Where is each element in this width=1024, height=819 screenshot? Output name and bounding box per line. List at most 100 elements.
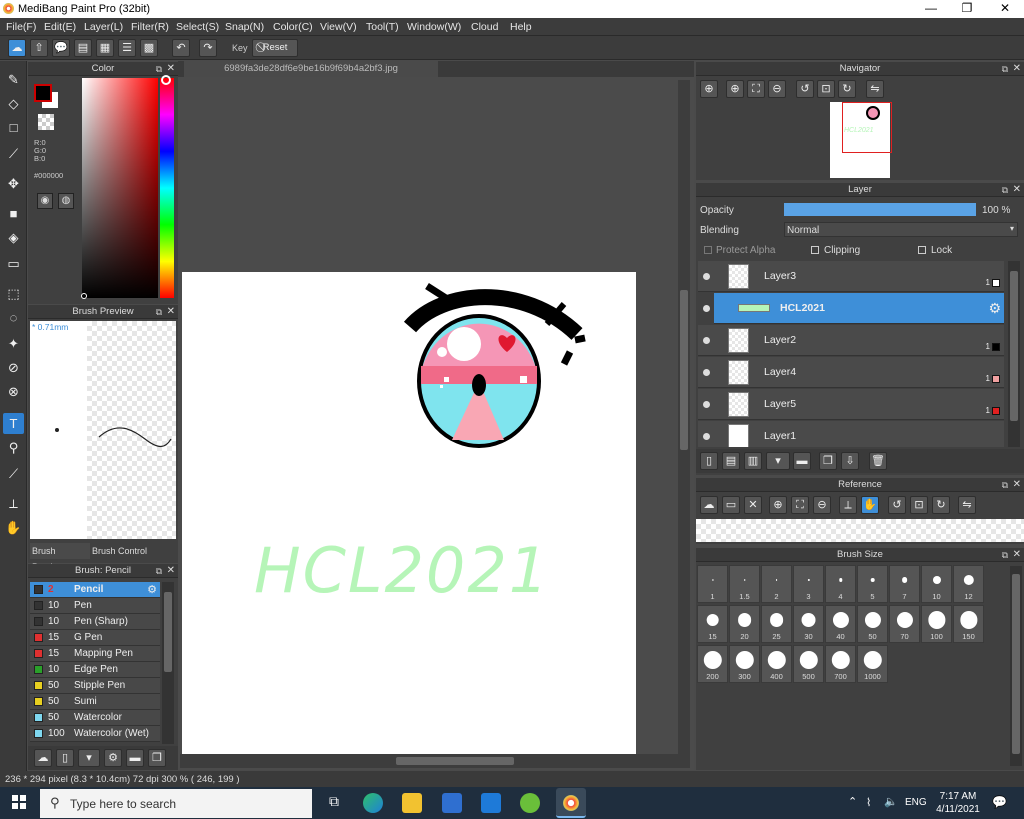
layer-row[interactable]: HCL2021 ⚙: [703, 293, 1004, 324]
brush-item[interactable]: 15 G Pen: [30, 630, 160, 646]
brush-size-option[interactable]: 200: [697, 645, 728, 683]
task-view-icon[interactable]: ⧉: [324, 793, 344, 813]
brush-size-option[interactable]: 5: [857, 565, 888, 603]
brush-size-option[interactable]: 2: [761, 565, 792, 603]
brush-size-option[interactable]: 12: [953, 565, 984, 603]
brush-size-option[interactable]: 150: [953, 605, 984, 643]
float-icon[interactable]: ⧉: [1002, 62, 1008, 76]
file-explorer-icon[interactable]: [402, 793, 422, 813]
brush-item[interactable]: 50 Watercolor: [30, 710, 160, 726]
delete-layer-icon[interactable]: 🗑: [869, 452, 887, 470]
layer-row[interactable]: Layer1: [698, 421, 1004, 447]
comment-icon[interactable]: ▤: [74, 39, 92, 57]
fit-window-icon[interactable]: ⛶: [747, 80, 765, 98]
reference-view[interactable]: [696, 519, 1024, 542]
open-folder-icon[interactable]: ▭: [722, 496, 740, 514]
divide-tool-icon[interactable]: ⟋: [3, 463, 24, 484]
select-pen-tool-icon[interactable]: ⊘: [3, 357, 24, 378]
pencil-tool-icon[interactable]: ✎: [3, 69, 24, 90]
brush-item[interactable]: 50 Sumi: [30, 694, 160, 710]
menu-edit[interactable]: Edit(E): [44, 21, 76, 33]
merge-layer-icon[interactable]: ⇩: [841, 452, 859, 470]
menu-cloud[interactable]: Cloud: [471, 21, 498, 33]
line-tool-icon[interactable]: ⟋: [3, 143, 24, 164]
hand-icon[interactable]: ✋: [861, 496, 879, 514]
new-halftone-layer-icon[interactable]: ▤: [722, 452, 740, 470]
menu-filter[interactable]: Filter(R): [131, 21, 169, 33]
brush-settings-icon[interactable]: ⚙: [104, 749, 122, 767]
new-brush-icon[interactable]: ▯: [56, 749, 74, 767]
close-button[interactable]: ✕: [986, 0, 1024, 18]
zoom-out-icon[interactable]: ⊖: [813, 496, 831, 514]
close-icon[interactable]: ✕: [167, 564, 175, 578]
maximize-button[interactable]: ❐: [948, 0, 986, 18]
visibility-eye-icon[interactable]: [703, 273, 710, 280]
fit-window-icon[interactable]: ⛶: [791, 496, 809, 514]
brush-size-option[interactable]: 500: [793, 645, 824, 683]
close-icon[interactable]: ✕: [1013, 62, 1021, 76]
select-rect-tool-icon[interactable]: ⬚: [3, 283, 24, 304]
blending-select[interactable]: Normal ▾: [784, 222, 1018, 237]
grid-icon[interactable]: ▩: [140, 39, 158, 57]
minimize-button[interactable]: —: [912, 0, 950, 18]
brush-size-option[interactable]: 1: [697, 565, 728, 603]
clock[interactable]: 7:17 AM 4/11/2021: [934, 790, 982, 816]
opacity-slider[interactable]: [784, 203, 976, 216]
float-icon[interactable]: ⧉: [156, 564, 162, 578]
move-tool-icon[interactable]: ✥: [3, 173, 24, 194]
add-layer-menu-icon[interactable]: ▾: [766, 452, 790, 470]
chevron-up-icon[interactable]: ⌃: [848, 795, 857, 808]
duplicate-layer-icon[interactable]: ❐: [819, 452, 837, 470]
gear-icon[interactable]: ⚙: [147, 583, 157, 596]
layer-row[interactable]: Layer3 1: [698, 261, 1004, 292]
brush-item[interactable]: 10 Pen (Sharp): [30, 614, 160, 630]
new-8bit-layer-icon[interactable]: ▥: [744, 452, 762, 470]
layer-folder-icon[interactable]: ▬: [793, 452, 811, 470]
hue-slider[interactable]: [160, 78, 174, 298]
brush-size-option[interactable]: 30: [793, 605, 824, 643]
eyedropper-tool-icon[interactable]: ⟂: [3, 493, 24, 514]
redo-icon[interactable]: ↷: [199, 39, 217, 57]
mail-icon[interactable]: [481, 793, 501, 813]
brush-size-option[interactable]: 70: [889, 605, 920, 643]
menu-select[interactable]: Select(S): [176, 21, 219, 33]
brush-size-scroll-thumb[interactable]: [1012, 574, 1020, 754]
brush-size-option[interactable]: 1.5: [729, 565, 760, 603]
add-brush-icon[interactable]: ▾: [78, 749, 100, 767]
transparent-color-swatch[interactable]: [38, 114, 54, 130]
rotate-left-icon[interactable]: ↺: [888, 496, 906, 514]
close-icon[interactable]: ✕: [1013, 548, 1021, 562]
gradient-tool-icon[interactable]: ▭: [3, 253, 24, 274]
protect-alpha-checkbox[interactable]: [704, 246, 712, 254]
close-icon[interactable]: ✕: [1013, 183, 1021, 197]
float-icon[interactable]: ⧉: [1002, 183, 1008, 197]
layer-row[interactable]: Layer4 1: [698, 357, 1004, 388]
brush-size-option[interactable]: 7: [889, 565, 920, 603]
brush-list-scrollbar[interactable]: [162, 582, 174, 744]
cloud-icon[interactable]: ☁: [8, 39, 26, 57]
flip-icon[interactable]: ⇋: [866, 80, 884, 98]
canvas-hscroll[interactable]: [180, 754, 690, 768]
menu-help[interactable]: Help: [510, 21, 532, 33]
flip-icon[interactable]: ⇋: [958, 496, 976, 514]
eraser-tool-icon[interactable]: ◇: [3, 93, 24, 114]
navigator-thumbnail[interactable]: HCL2021: [830, 102, 892, 178]
brush-size-option[interactable]: 700: [825, 645, 856, 683]
brush-size-option[interactable]: 50: [857, 605, 888, 643]
brush-size-option[interactable]: 15: [697, 605, 728, 643]
page-icon[interactable]: ▦: [96, 39, 114, 57]
brush-item[interactable]: 15 Mapping Pen: [30, 646, 160, 662]
app-green-icon[interactable]: [520, 793, 540, 813]
gear-icon[interactable]: ⚙: [988, 300, 1001, 317]
layer-row[interactable]: Layer2 1: [698, 325, 1004, 356]
taskbar-search-box[interactable]: ⚲ Type here to search: [40, 789, 312, 818]
zoom-in-icon[interactable]: ⊕: [726, 80, 744, 98]
color-picker-cursor[interactable]: [81, 293, 87, 299]
canvas-hscroll-thumb[interactable]: [396, 757, 514, 765]
lock-checkbox[interactable]: [918, 246, 926, 254]
cloud-icon[interactable]: ☁: [700, 496, 718, 514]
rotate-left-icon[interactable]: ↺: [796, 80, 814, 98]
rectangle-tool-icon[interactable]: □: [3, 117, 24, 138]
rotate-right-icon[interactable]: ↻: [838, 80, 856, 98]
lasso-tool-icon[interactable]: ◌: [3, 307, 24, 328]
